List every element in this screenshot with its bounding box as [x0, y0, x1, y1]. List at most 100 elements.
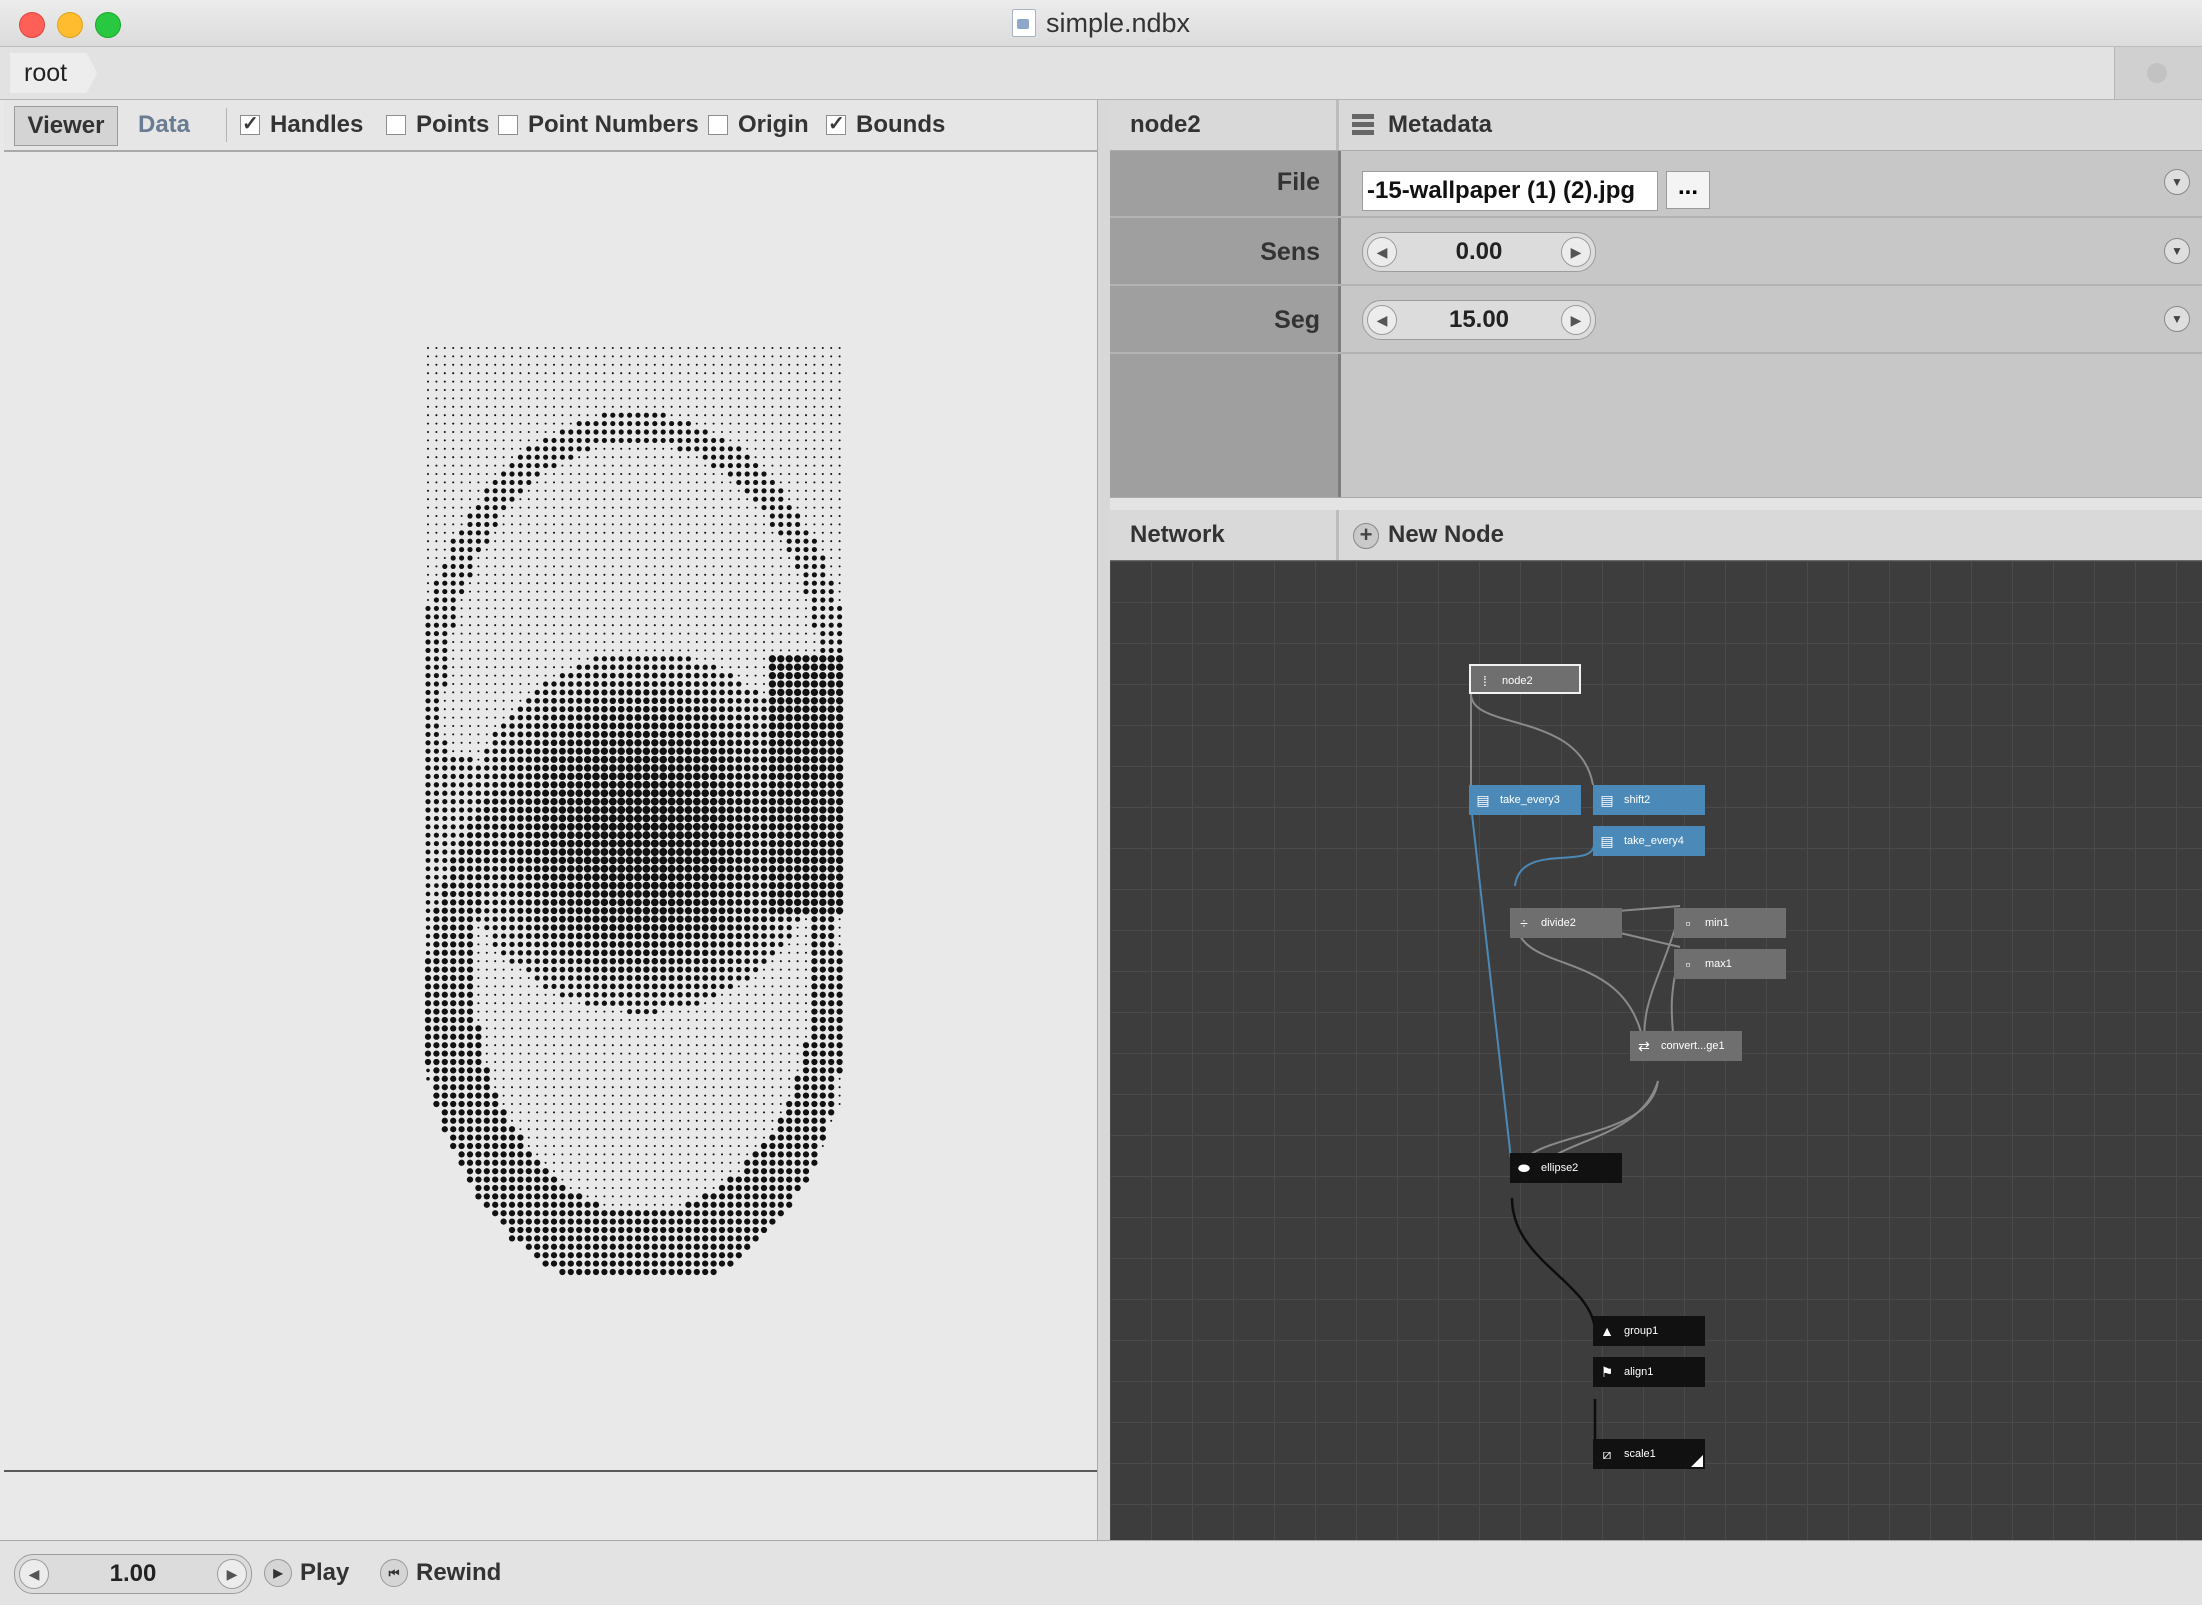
- point-numbers-label: Point Numbers: [528, 111, 699, 139]
- plus-icon[interactable]: +: [1353, 523, 1379, 549]
- tab-data[interactable]: Data: [124, 106, 204, 144]
- list-node-icon: ▤: [1596, 789, 1618, 811]
- playback-bar: ◀ 1.00 ▶ ▶ Play ⏮ Rewind: [0, 1540, 2202, 1605]
- viewer-toolbar: Viewer Data Handles Points Point Numbers…: [4, 100, 1097, 152]
- breadcrumb: root: [0, 47, 2202, 100]
- connection-wire: [1512, 1198, 1595, 1329]
- increment-icon[interactable]: ▶: [217, 1559, 247, 1589]
- header-divider: [1336, 100, 1339, 150]
- min-node-icon: ▫: [1677, 912, 1699, 934]
- sens-label: Sens: [1110, 238, 1320, 267]
- play-button[interactable]: ▶ Play: [264, 1554, 349, 1592]
- increment-icon[interactable]: ▶: [1561, 237, 1591, 267]
- network-node-take-every4[interactable]: ▤ take_every4: [1593, 826, 1705, 856]
- document-icon: [1012, 9, 1036, 37]
- checkbox-unchecked-icon: [708, 115, 728, 135]
- circle-icon: [2147, 63, 2167, 83]
- checkbox-checked-icon: [826, 115, 846, 135]
- breadcrumb-right-control[interactable]: [2114, 47, 2202, 99]
- connection-wire: [1471, 694, 1593, 785]
- sens-value[interactable]: 0.00: [1403, 233, 1555, 271]
- halftone-render: [4, 152, 1097, 1470]
- horizontal-splitter[interactable]: [1110, 497, 2202, 511]
- row-divider: [1110, 284, 2202, 286]
- network-node-shift2[interactable]: ▤ shift2: [1593, 785, 1705, 815]
- connection-wire: [1515, 844, 1594, 886]
- network-header: Network + New Node: [1110, 510, 2202, 561]
- play-label: Play: [300, 1559, 349, 1587]
- checkbox-unchecked-icon: [498, 115, 518, 135]
- seg-value[interactable]: 15.00: [1403, 301, 1555, 339]
- vertical-splitter[interactable]: [1097, 100, 1111, 1540]
- list-node-icon: ▤: [1472, 789, 1494, 811]
- rewind-icon: ⏮: [380, 1559, 408, 1587]
- tab-viewer[interactable]: Viewer: [14, 106, 118, 146]
- decrement-icon[interactable]: ◀: [1367, 237, 1397, 267]
- network-node-ellipse2[interactable]: ⬬ ellipse2: [1510, 1153, 1622, 1183]
- rendered-flag-icon: [1691, 1455, 1703, 1467]
- network-title: Network: [1130, 510, 1225, 560]
- metadata-icon[interactable]: [1352, 114, 1374, 136]
- rewind-label: Rewind: [416, 1559, 501, 1587]
- sens-options-icon[interactable]: ▼: [2164, 238, 2190, 264]
- seg-options-icon[interactable]: ▼: [2164, 306, 2190, 332]
- decrement-icon[interactable]: ◀: [1367, 305, 1397, 335]
- handles-checkbox[interactable]: Handles: [240, 112, 363, 138]
- title-bar: simple.ndbx: [0, 0, 2202, 47]
- bounds-checkbox[interactable]: Bounds: [826, 112, 945, 138]
- network-node-node2[interactable]: ⁞ node2: [1469, 664, 1581, 694]
- network-node-scale1[interactable]: ⧄ scale1: [1593, 1439, 1705, 1469]
- file-options-icon[interactable]: ▼: [2164, 169, 2190, 195]
- toolbar-divider: [226, 108, 227, 142]
- points-label: Points: [416, 111, 489, 139]
- network-node-group1[interactable]: ▲ group1: [1593, 1316, 1705, 1346]
- bounds-label: Bounds: [856, 111, 945, 139]
- play-icon: ▶: [264, 1559, 292, 1587]
- handles-label: Handles: [270, 111, 363, 139]
- rewind-button[interactable]: ⏮ Rewind: [380, 1554, 501, 1592]
- group-node-icon: ▲: [1596, 1320, 1618, 1342]
- points-checkbox[interactable]: Points: [386, 112, 489, 138]
- network-node-max1[interactable]: ▫ max1: [1674, 949, 1786, 979]
- increment-icon[interactable]: ▶: [1561, 305, 1591, 335]
- network-node-convert-range[interactable]: ⇄ convert...ge1: [1630, 1031, 1742, 1061]
- viewer-canvas[interactable]: [4, 152, 1097, 1470]
- connection-wire: [1472, 814, 1512, 1168]
- network-node-min1[interactable]: ▫ min1: [1674, 908, 1786, 938]
- header-divider: [1336, 510, 1339, 560]
- scale-node-icon: ⧄: [1596, 1443, 1618, 1465]
- frame-value[interactable]: 1.00: [55, 1555, 211, 1593]
- new-node-button[interactable]: New Node: [1388, 510, 1504, 560]
- origin-label: Origin: [738, 111, 809, 139]
- metadata-button[interactable]: Metadata: [1388, 100, 1492, 150]
- network-node-divide2[interactable]: ÷ divide2: [1510, 908, 1622, 938]
- seg-stepper[interactable]: ◀ 15.00 ▶: [1362, 300, 1596, 340]
- max-node-icon: ▫: [1677, 953, 1699, 975]
- network-node-align1[interactable]: ⚑ align1: [1593, 1357, 1705, 1387]
- ellipse-node-icon: ⬬: [1513, 1157, 1535, 1179]
- window-title: simple.ndbx: [1046, 8, 1190, 39]
- network-node-take-every3[interactable]: ▤ take_every3: [1469, 785, 1581, 815]
- checkbox-checked-icon: [240, 115, 260, 135]
- file-node-icon: ⁞: [1474, 670, 1496, 692]
- file-input[interactable]: -15-wallpaper (1) (2).jpg: [1362, 171, 1658, 211]
- breadcrumb-root[interactable]: root: [10, 53, 97, 93]
- file-label: File: [1110, 168, 1320, 197]
- origin-checkbox[interactable]: Origin: [708, 112, 809, 138]
- app-window: simple.ndbx root Viewer Data Handles Poi…: [0, 0, 2202, 1604]
- properties-header: node2 Metadata: [1110, 100, 2202, 151]
- seg-label: Seg: [1110, 306, 1320, 335]
- selected-node-name: node2: [1130, 100, 1201, 150]
- network-canvas[interactable]: ⁞ node2 ▤ take_every3 ▤ shift2 ▤ take_ev…: [1110, 561, 2202, 1540]
- align-node-icon: ⚑: [1596, 1361, 1618, 1383]
- convert-node-icon: ⇄: [1633, 1035, 1655, 1057]
- decrement-icon[interactable]: ◀: [19, 1559, 49, 1589]
- sens-stepper[interactable]: ◀ 0.00 ▶: [1362, 232, 1596, 272]
- frame-stepper[interactable]: ◀ 1.00 ▶: [14, 1554, 252, 1594]
- point-numbers-checkbox[interactable]: Point Numbers: [498, 112, 699, 138]
- math-node-icon: ÷: [1513, 912, 1535, 934]
- browse-button[interactable]: ...: [1666, 171, 1710, 209]
- row-divider: [1110, 216, 2202, 218]
- checkbox-unchecked-icon: [386, 115, 406, 135]
- row-divider: [1110, 352, 2202, 354]
